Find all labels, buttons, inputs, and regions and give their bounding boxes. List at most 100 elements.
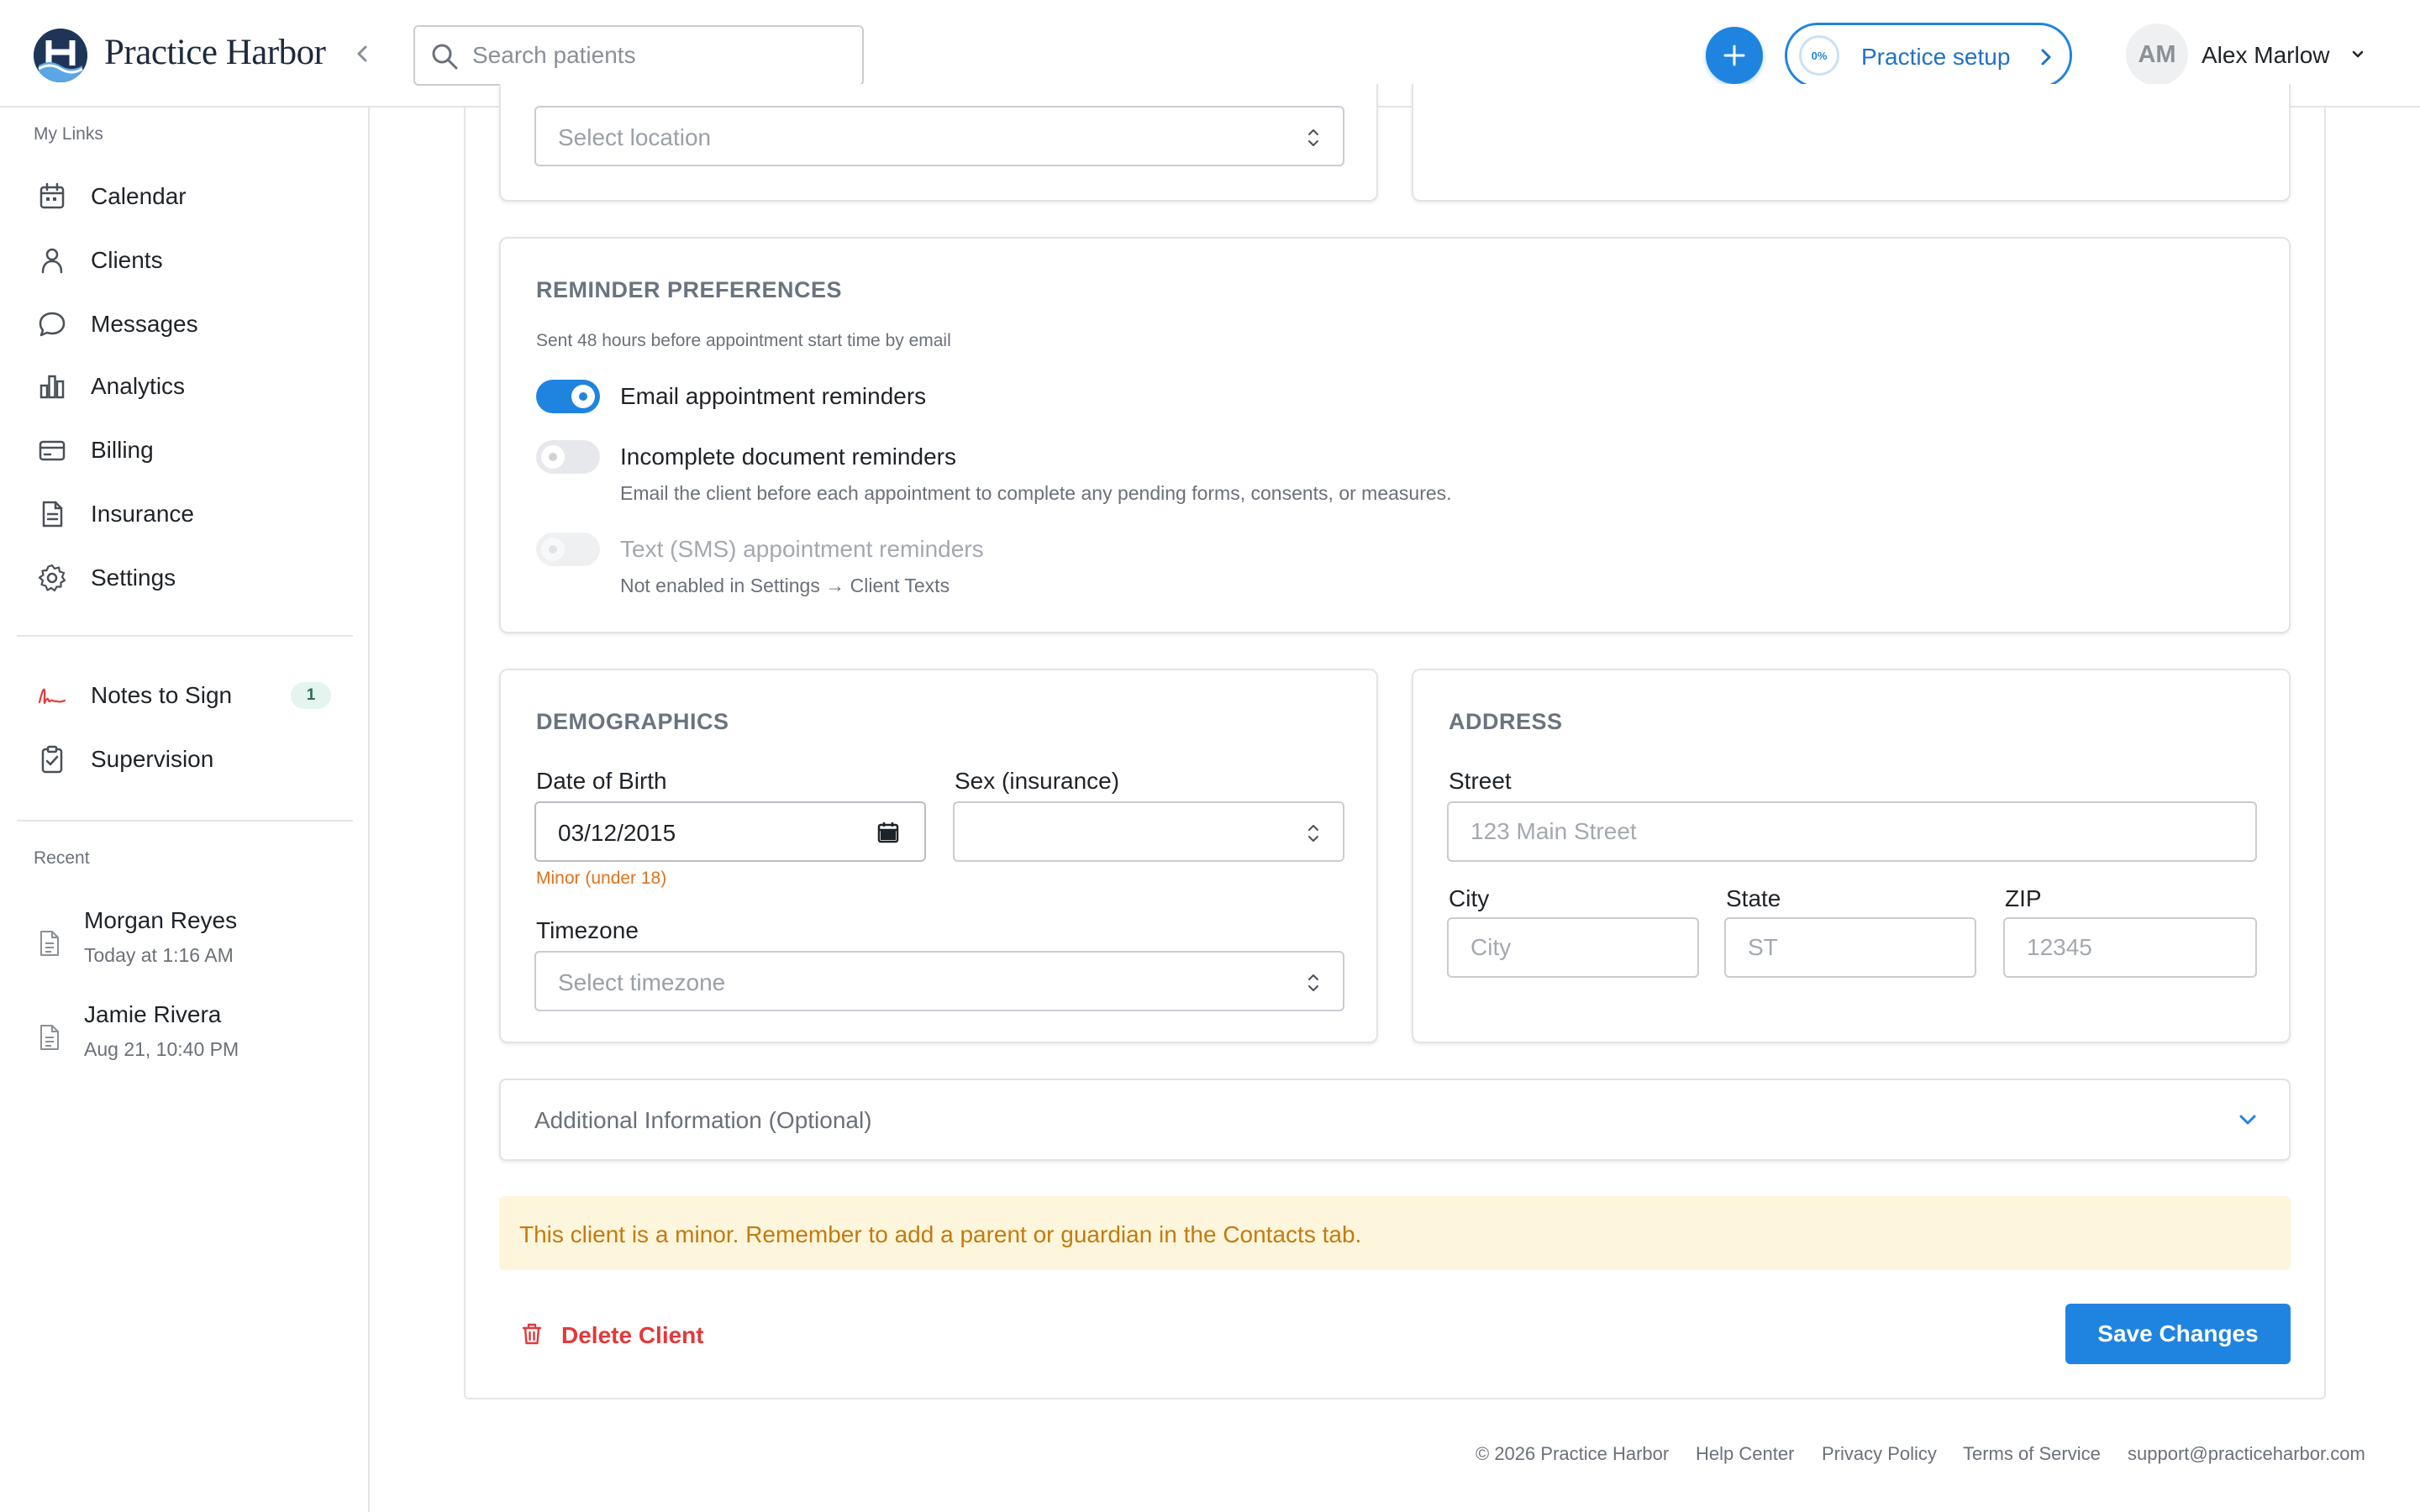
- save-changes-button[interactable]: Save Changes: [2065, 1304, 2291, 1364]
- sidebar-item-messages[interactable]: Messages: [17, 297, 353, 351]
- location-select[interactable]: Select location: [534, 106, 1344, 166]
- sidebar: My Links Calendar Clients Messages Analy…: [0, 108, 370, 1512]
- street-label: Street: [1449, 768, 1512, 794]
- updown-chevron-icon: [1308, 974, 1318, 991]
- document-reminders-toggle[interactable]: [536, 440, 600, 474]
- footer-link-privacy-policy[interactable]: Privacy Policy: [1822, 1443, 1937, 1465]
- recent-item[interactable]: Morgan Reyes Today at 1:16 AM: [17, 907, 353, 991]
- minor-alert: This client is a minor. Remember to add …: [499, 1196, 2291, 1270]
- sidebar-divider: [17, 820, 353, 822]
- search-input[interactable]: [472, 27, 842, 84]
- document-reminders-help: Email the client before each appointment…: [620, 482, 1452, 504]
- sidebar-item-billing[interactable]: Billing: [17, 423, 353, 477]
- user-icon: [37, 245, 67, 276]
- sex-select[interactable]: [953, 801, 1344, 862]
- file-icon: [40, 1025, 59, 1050]
- recent-item[interactable]: Jamie Rivera Aug 21, 10:40 PM: [17, 1001, 353, 1085]
- bar-chart-icon: [37, 371, 67, 402]
- count-badge: 1: [291, 682, 331, 709]
- sidebar-item-clients[interactable]: Clients: [17, 234, 353, 287]
- email-reminders-label: Email appointment reminders: [620, 383, 927, 409]
- dob-value: 03/12/2015: [558, 820, 676, 846]
- timezone-label: Timezone: [536, 917, 639, 943]
- recent-client-name: Jamie Rivera: [84, 1001, 222, 1027]
- accordion-label: Additional Information (Optional): [534, 1107, 872, 1133]
- trash-icon: [522, 1323, 542, 1345]
- document-reminders-label: Incomplete document reminders: [620, 444, 956, 470]
- location-placeholder: Select location: [558, 124, 712, 150]
- file-icon: [40, 931, 59, 956]
- calendar-picker-icon[interactable]: [877, 822, 899, 843]
- sidebar-item-label: Billing: [91, 437, 154, 463]
- recent-timestamp: Today at 1:16 AM: [84, 944, 234, 966]
- sidebar-item-label: Supervision: [91, 746, 214, 772]
- footer-link-help-center[interactable]: Help Center: [1696, 1443, 1794, 1465]
- footer-link-terms[interactable]: Terms of Service: [1963, 1443, 2101, 1465]
- delete-client-label: Delete Client: [561, 1322, 704, 1348]
- city-field: [1447, 917, 1699, 978]
- toggle-knob: [541, 445, 565, 469]
- sidebar-item-label: Analytics: [91, 373, 186, 399]
- street-field: [1447, 801, 2257, 862]
- sidebar-item-supervision[interactable]: Supervision: [17, 732, 353, 786]
- timezone-select[interactable]: Select timezone: [534, 951, 1344, 1011]
- updown-chevron-icon: [1308, 129, 1318, 146]
- footer-link-support-email[interactable]: support@practiceharbor.com: [2128, 1443, 2365, 1465]
- city-input[interactable]: [1449, 919, 1697, 976]
- section-title: DEMOGRAPHICS: [536, 709, 729, 734]
- sidebar-divider: [17, 635, 353, 637]
- user-name[interactable]: Alex Marlow: [2202, 42, 2329, 69]
- state-label: State: [1726, 885, 1781, 911]
- avatar[interactable]: AM: [2126, 24, 2188, 86]
- sidebar-item-insurance[interactable]: Insurance: [17, 487, 353, 541]
- practice-setup-button[interactable]: 0% Practice setup: [1785, 23, 2072, 88]
- setup-progress-ring: 0%: [1799, 35, 1839, 76]
- chevron-down-icon[interactable]: [2349, 47, 2366, 62]
- my-links-heading: My Links: [34, 124, 103, 144]
- updown-chevron-icon: [1308, 825, 1318, 842]
- chat-icon: [37, 309, 67, 339]
- city-label: City: [1449, 885, 1490, 911]
- additional-info-accordion[interactable]: Additional Information (Optional): [499, 1079, 2291, 1161]
- alert-text: This client is a minor. Remember to add …: [519, 1221, 1362, 1247]
- sidebar-item-label: Clients: [91, 247, 163, 273]
- state-field: [1724, 917, 1976, 978]
- clipboard-check-icon: [37, 744, 67, 774]
- document-icon: [37, 499, 67, 529]
- sidebar-item-label: Settings: [91, 564, 176, 591]
- search-icon: [432, 44, 458, 70]
- zip-label: ZIP: [2005, 885, 2042, 911]
- recent-client-name: Morgan Reyes: [84, 907, 238, 933]
- demographics-card: DEMOGRAPHICS Date of Birth 03/12/2015 Mi…: [499, 669, 1378, 1043]
- plus-icon: [1723, 45, 1745, 66]
- calendar-icon: [37, 181, 67, 212]
- dob-input[interactable]: 03/12/2015: [534, 801, 926, 862]
- dob-label: Date of Birth: [536, 768, 667, 794]
- sex-label: Sex (insurance): [955, 768, 1120, 794]
- location-card: Select location: [499, 84, 1378, 202]
- practice-setup-label: Practice setup: [1861, 44, 2011, 70]
- reminder-subtitle: Sent 48 hours before appointment start t…: [536, 331, 951, 350]
- recent-heading: Recent: [34, 848, 90, 868]
- sidebar-item-notes-to-sign[interactable]: Notes to Sign 1: [17, 669, 353, 722]
- add-button[interactable]: [1706, 27, 1763, 84]
- zip-field: [2003, 917, 2257, 978]
- sidebar-item-settings[interactable]: Settings: [17, 551, 353, 605]
- sms-reminders-toggle: [536, 533, 600, 566]
- minor-warning: Minor (under 18): [536, 869, 667, 888]
- sidebar-item-label: Notes to Sign: [91, 682, 233, 708]
- street-input[interactable]: [1449, 803, 2255, 860]
- zip-input[interactable]: [2005, 919, 2255, 976]
- toggle-knob: [571, 385, 595, 408]
- address-card: ADDRESS Street City State ZIP: [1412, 669, 2291, 1043]
- toggle-knob: [541, 538, 565, 561]
- state-input[interactable]: [1726, 919, 1975, 976]
- email-reminders-toggle[interactable]: [536, 380, 600, 413]
- chevron-left-icon: [357, 45, 367, 62]
- collapse-sidebar-button[interactable]: [348, 39, 376, 69]
- sidebar-item-label: Insurance: [91, 501, 194, 527]
- sidebar-item-calendar[interactable]: Calendar: [17, 170, 353, 223]
- delete-client-button[interactable]: Delete Client: [516, 1310, 718, 1357]
- sidebar-item-analytics[interactable]: Analytics: [17, 360, 353, 413]
- credit-card-icon: [37, 435, 67, 465]
